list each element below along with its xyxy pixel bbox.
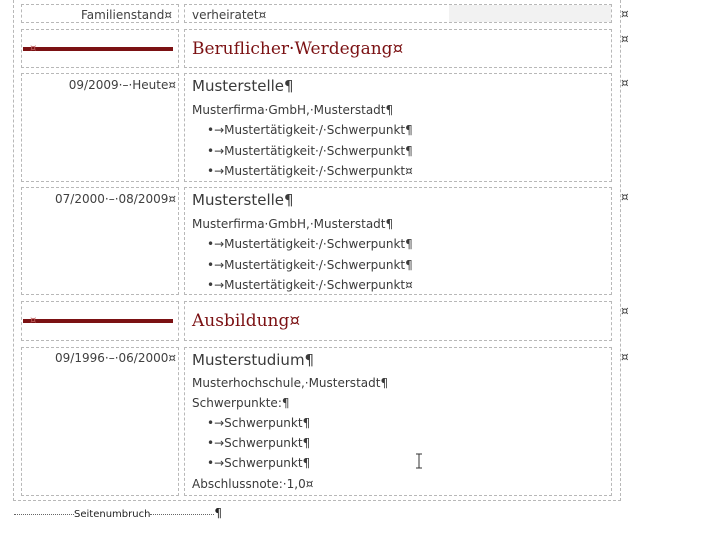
study-dates: 09/1996·–·06/2000¤ bbox=[55, 351, 176, 365]
study-grade: Abschlussnote:·1,0¤ bbox=[192, 477, 314, 491]
family-status-value: verheiratet¤ bbox=[192, 8, 267, 22]
section-divider-bar bbox=[23, 319, 173, 323]
job2-title: Musterstelle¶ bbox=[192, 191, 294, 209]
row-end-marker: ¤ bbox=[621, 190, 629, 204]
study-title: Musterstudium¶ bbox=[192, 351, 315, 369]
section-title-career: Beruflicher·Werdegang¤ bbox=[192, 39, 404, 59]
job2-company: Musterfirma·GmbH,·Musterstadt¶ bbox=[192, 217, 394, 231]
row-end-marker: ¤ bbox=[621, 32, 629, 46]
section-divider-bar bbox=[23, 47, 173, 51]
row-end-marker: ¤ bbox=[621, 76, 629, 90]
career-section-title-cell[interactable]: Beruflicher·Werdegang¤ bbox=[184, 29, 612, 68]
section-title-education: Ausbildung¤ bbox=[192, 311, 301, 331]
study-focus-bullet: •→Schwerpunkt¶ bbox=[207, 456, 311, 470]
education-section-left-cell[interactable]: ¤ bbox=[21, 301, 179, 341]
job1-details-cell[interactable]: Musterstelle¶ Musterfirma·GmbH,·Musterst… bbox=[184, 73, 612, 182]
job1-title: Musterstelle¶ bbox=[192, 77, 294, 95]
page-break-pilcrow: ¶ bbox=[214, 506, 223, 520]
job1-bullet: •→Mustertätigkeit·/·Schwerpunkt¤ bbox=[207, 164, 413, 178]
job1-dates: 09/2009·–·Heute¤ bbox=[68, 78, 176, 92]
page-break: Seitenumbruch ¶ bbox=[14, 506, 222, 520]
job1-bullet: •→Mustertätigkeit·/·Schwerpunkt¶ bbox=[207, 144, 413, 158]
shaded-area bbox=[449, 5, 611, 22]
ibeam-cursor-icon bbox=[414, 453, 424, 473]
study-focus-bullet: •→Schwerpunkt¶ bbox=[207, 416, 311, 430]
family-status-label: Familienstand¤ bbox=[80, 8, 172, 22]
page-break-label: Seitenumbruch bbox=[74, 509, 151, 520]
job2-bullet: •→Mustertätigkeit·/·Schwerpunkt¶ bbox=[207, 258, 413, 272]
page-break-line-right bbox=[150, 513, 215, 515]
page-break-line-left bbox=[14, 513, 74, 515]
study-focus-bullet: •→Schwerpunkt¶ bbox=[207, 436, 311, 450]
job2-details-cell[interactable]: Musterstelle¶ Musterfirma·GmbH,·Musterst… bbox=[184, 187, 612, 295]
family-status-label-cell[interactable]: Familienstand¤ bbox=[21, 4, 179, 23]
row-end-marker: ¤ bbox=[621, 350, 629, 364]
education-section-title-cell[interactable]: Ausbildung¤ bbox=[184, 301, 612, 341]
job2-bullet: •→Mustertätigkeit·/·Schwerpunkt¤ bbox=[207, 278, 413, 292]
study-dates-cell[interactable]: 09/1996·–·06/2000¤ bbox=[21, 347, 179, 496]
row-end-marker: ¤ bbox=[621, 7, 629, 21]
job1-dates-cell[interactable]: 09/2009·–·Heute¤ bbox=[21, 73, 179, 182]
job2-dates-cell[interactable]: 07/2000·–·08/2009¤ bbox=[21, 187, 179, 295]
study-details-cell[interactable]: Musterstudium¶ Musterhochschule,·Musters… bbox=[184, 347, 612, 496]
study-school: Musterhochschule,·Musterstadt¶ bbox=[192, 376, 389, 390]
row-end-marker: ¤ bbox=[621, 304, 629, 318]
career-section-left-cell[interactable]: ¤ bbox=[21, 29, 179, 68]
job1-bullet: •→Mustertätigkeit·/·Schwerpunkt¶ bbox=[207, 123, 413, 137]
cell-end-marker: ¤ bbox=[30, 43, 37, 54]
job2-bullet: •→Mustertätigkeit·/·Schwerpunkt¶ bbox=[207, 237, 413, 251]
cell-end-marker: ¤ bbox=[30, 315, 37, 326]
job2-dates: 07/2000·–·08/2009¤ bbox=[55, 192, 176, 206]
job1-company: Musterfirma·GmbH,·Musterstadt¶ bbox=[192, 103, 394, 117]
family-status-value-cell[interactable]: verheiratet¤ bbox=[184, 4, 612, 23]
study-focus-label: Schwerpunkte:¶ bbox=[192, 396, 290, 410]
